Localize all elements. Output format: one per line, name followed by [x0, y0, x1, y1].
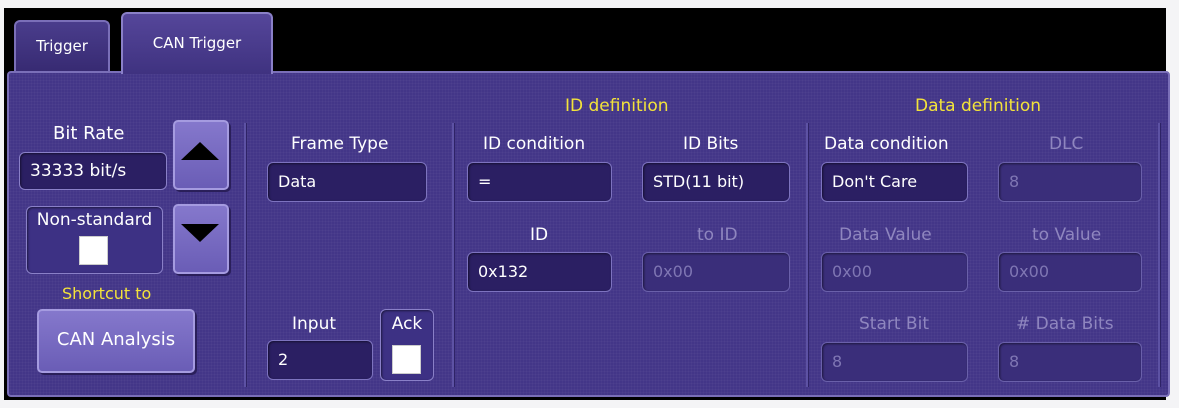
input-field[interactable]: 2: [267, 340, 373, 380]
frame-type-field[interactable]: Data: [267, 162, 427, 202]
to-value-field[interactable]: 0x00: [998, 252, 1142, 292]
arrow-down-icon: [181, 224, 219, 242]
can-analysis-button-label: CAN Analysis: [56, 329, 176, 350]
id-bits-field[interactable]: STD(11 bit): [642, 162, 790, 202]
divider: [806, 123, 809, 387]
arrow-up-icon: [181, 142, 219, 160]
shortcut-to-label: Shortcut to: [62, 284, 152, 303]
to-id-label: to ID: [697, 225, 738, 245]
bit-rate-up-button[interactable]: [173, 120, 229, 190]
dlc-label: DLC: [1049, 134, 1084, 154]
can-analysis-button[interactable]: CAN Analysis: [37, 309, 195, 373]
id-field[interactable]: 0x132: [467, 252, 612, 292]
frame-type-label: Frame Type: [291, 134, 389, 154]
data-value-label: Data Value: [839, 225, 932, 245]
can-trigger-panel: Bit Rate 33333 bit/s Non-standard Shortc…: [7, 71, 1170, 397]
id-condition-label: ID condition: [483, 134, 586, 154]
bit-rate-down-button[interactable]: [173, 204, 229, 274]
divider: [244, 123, 247, 387]
input-label: Input: [292, 314, 337, 334]
data-value-field[interactable]: 0x00: [821, 252, 968, 292]
ack-checkbox[interactable]: [392, 345, 421, 374]
divider: [452, 123, 455, 387]
num-data-bits-field[interactable]: 8: [998, 342, 1142, 382]
data-definition-title: Data definition: [915, 96, 1042, 116]
bit-rate-field[interactable]: 33333 bit/s: [19, 152, 167, 190]
tab-can-trigger[interactable]: CAN Trigger: [121, 12, 273, 74]
non-standard-label: Non-standard: [36, 210, 153, 230]
bit-rate-label: Bit Rate: [53, 123, 125, 144]
non-standard-checkbox[interactable]: [79, 236, 108, 265]
to-value-label: to Value: [1032, 225, 1102, 245]
data-condition-field[interactable]: Don't Care: [821, 162, 968, 202]
start-bit-field[interactable]: 8: [821, 342, 968, 382]
divider: [1158, 123, 1161, 387]
id-definition-title: ID definition: [565, 96, 669, 116]
data-condition-label: Data condition: [824, 134, 949, 154]
start-bit-label: Start Bit: [859, 314, 929, 334]
num-data-bits-label: # Data Bits: [1016, 314, 1114, 334]
id-label: ID: [530, 225, 549, 245]
ack-label: Ack: [391, 314, 423, 334]
to-id-field[interactable]: 0x00: [642, 252, 790, 292]
id-bits-label: ID Bits: [683, 134, 739, 154]
tab-trigger[interactable]: Trigger: [14, 20, 110, 72]
id-condition-field[interactable]: =: [467, 162, 612, 202]
dlc-field[interactable]: 8: [998, 162, 1142, 202]
